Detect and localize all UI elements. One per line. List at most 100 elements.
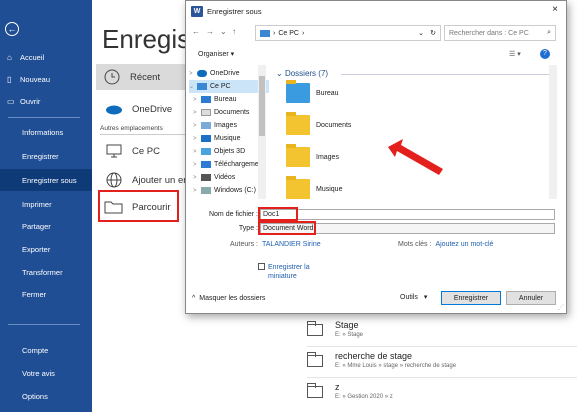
sidebar-item-votre-avis[interactable]: Votre avis [0, 362, 92, 384]
sidebar-item-enregistrer[interactable]: Enregistrer [0, 145, 92, 167]
drive-icon [201, 187, 211, 194]
location-recent[interactable]: Récent [96, 64, 192, 90]
recent-dropdown-icon[interactable]: ⌄ [220, 27, 227, 36]
save-as-dialog: W Enregistrer sous × ← → ⌄ ↑ › Ce PC › ⌄… [185, 0, 567, 314]
folder-icon [286, 80, 310, 103]
documents-icon [201, 109, 211, 116]
music-icon [201, 135, 211, 142]
autres-emplacements-header: Autres emplacements [100, 125, 190, 135]
recent-item[interactable]: recherche de stage E: » Mme Louis » stage… [307, 351, 577, 383]
folder-item-images[interactable]: Images [286, 144, 339, 167]
sidebar-item-compte[interactable]: Compte [0, 339, 92, 361]
globe-icon [104, 171, 124, 189]
folder-icon [286, 144, 310, 167]
chevron-down-icon[interactable]: ⌄ [418, 29, 424, 37]
dialog-toolbar: Organiser ▾ ☰ ▾ ? [186, 45, 566, 63]
folder-icon [286, 112, 310, 135]
location-ce-pc[interactable]: Ce PC [96, 138, 160, 164]
folder-icon [307, 383, 323, 398]
type-highlight [258, 221, 316, 235]
sidebar-item-fermer[interactable]: Fermer [0, 283, 92, 305]
thumbnail-checkbox[interactable] [258, 263, 265, 270]
location-onedrive[interactable]: OneDrive [96, 96, 172, 122]
computer-icon [260, 29, 270, 37]
tree-item-windows-c[interactable]: > Windows (C:) [189, 184, 269, 197]
tree-item-documents[interactable]: > Documents [189, 106, 269, 119]
sidebar-item-enregistrer-sous[interactable]: Enregistrer sous [0, 169, 92, 191]
backstage-sidebar: ← ⌂ Accueil ▯ Nouveau ▭ Ouvrir Informations… [0, 0, 92, 412]
chevron-down-icon: ▾ [423, 294, 428, 301]
save-button[interactable]: Enregistrer [441, 291, 501, 305]
tree-item-onedrive[interactable]: > OneDrive [189, 67, 269, 80]
sidebar-item-options[interactable]: Options [0, 385, 92, 407]
group-header[interactable]: ⌄ Dossiers (7) [276, 69, 328, 78]
organiser-button[interactable]: Organiser ▾ [198, 50, 234, 58]
cloud-icon [104, 100, 124, 118]
dialog-titlebar: W Enregistrer sous [186, 1, 566, 21]
sidebar-divider [8, 324, 80, 325]
cloud-icon [197, 70, 207, 77]
parcourir-highlight [98, 190, 179, 222]
red-arrow-icon [388, 139, 443, 175]
folder-item-documents[interactable]: Documents [286, 112, 351, 135]
tree-scrollbar-thumb[interactable] [259, 76, 265, 136]
folder-icon [307, 352, 323, 367]
search-input[interactable]: Rechercher dans : Ce PC ⌕ [444, 25, 556, 41]
folder-item-bureau[interactable]: Bureau [286, 80, 339, 103]
divider [307, 377, 577, 378]
tree-item-objets-3d[interactable]: > Objets 3D [189, 145, 269, 158]
folder-icon [286, 176, 310, 199]
recent-item[interactable]: z E: » Gestion 2020 » z [307, 382, 577, 412]
chevron-down-icon: ⌄ [276, 69, 285, 78]
help-icon[interactable]: ? [540, 49, 550, 59]
refresh-icon[interactable]: ↻ [430, 29, 436, 37]
sidebar-item-accueil[interactable]: ⌂ Accueil [0, 46, 92, 68]
file-list-scrollbar[interactable] [549, 65, 557, 199]
filename-field[interactable]: Doc1 [260, 209, 555, 220]
back-arrow-icon[interactable]: ← [5, 22, 19, 36]
open-folder-icon: ▭ [7, 96, 15, 106]
forward-arrow-icon[interactable]: → [206, 27, 214, 36]
sidebar-item-imprimer[interactable]: Imprimer [0, 193, 92, 215]
hide-folders-toggle[interactable]: ^ Masquer les dossiers [192, 295, 265, 302]
tools-menu[interactable]: Outils ▾ [400, 293, 428, 302]
images-icon [201, 122, 211, 129]
address-bar[interactable]: › Ce PC › ⌄ ↻ [255, 25, 441, 41]
sidebar-item-exporter[interactable]: Exporter [0, 238, 92, 260]
sidebar-divider [8, 117, 80, 118]
resize-grip-icon[interactable]: ⋰ [558, 304, 564, 311]
authors-value[interactable]: TALANDIER Sirine [262, 241, 352, 248]
new-document-icon: ▯ [7, 74, 12, 84]
chevron-up-icon: ^ [192, 295, 196, 302]
view-options-icon[interactable]: ☰ ▾ [509, 50, 521, 58]
computer-icon [197, 83, 207, 90]
word-icon: W [191, 5, 203, 17]
tree-item-telechargements[interactable]: > Téléchargeme [189, 158, 269, 171]
objects3d-icon [201, 148, 211, 155]
sidebar-item-ouvrir[interactable]: ▭ Ouvrir [0, 90, 92, 112]
cancel-button[interactable]: Annuler [506, 291, 556, 305]
tree-item-images[interactable]: > Images [189, 119, 269, 132]
navigation-tree: > OneDrive ⌄ Ce PC > Bureau > Documents > Ima… [189, 63, 269, 201]
sidebar-item-nouveau[interactable]: ▯ Nouveau [0, 68, 92, 90]
tree-item-bureau[interactable]: > Bureau [189, 93, 269, 106]
sidebar-item-partager[interactable]: Partager [0, 215, 92, 237]
tree-item-musique[interactable]: > Musique [189, 132, 269, 145]
meta-row: Auteurs : TALANDIER Sirine Mots clés : A… [229, 241, 494, 248]
desktop-icon [201, 96, 211, 103]
thumbnail-row: Enregistrer la miniature [258, 263, 328, 281]
tree-item-ce-pc[interactable]: ⌄ Ce PC [189, 80, 269, 93]
divider [341, 74, 551, 75]
recent-item[interactable]: Stage E: » Stage [307, 320, 577, 352]
sidebar-item-transformer[interactable]: Transformer [0, 261, 92, 283]
sidebar-item-informations[interactable]: Informations [0, 121, 92, 143]
keywords-field[interactable]: Ajoutez un mot-clé [435, 241, 493, 248]
close-icon[interactable]: × [552, 4, 558, 15]
file-list: ⌄ Dossiers (7) Bureau Documents Images M… [271, 63, 556, 201]
divider [307, 346, 577, 347]
up-arrow-icon[interactable]: ↑ [232, 27, 236, 36]
folder-item-musique[interactable]: Musique [286, 176, 342, 199]
tree-item-videos[interactable]: > Vidéos [189, 171, 269, 184]
back-arrow-icon[interactable]: ← [192, 27, 200, 36]
clock-icon [102, 68, 122, 86]
